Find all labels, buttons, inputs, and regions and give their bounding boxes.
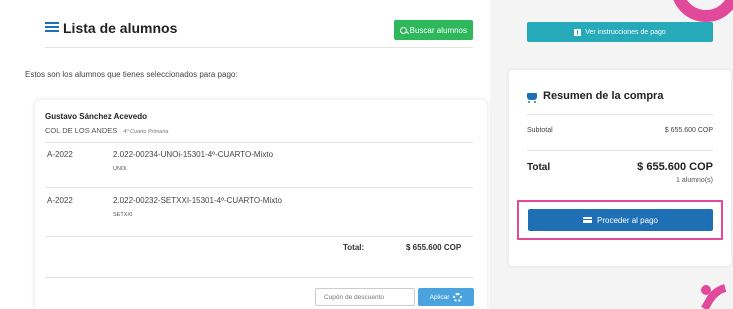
- item-code: 2.022-00234-UNOi-15301-4º-CUARTO-Mixto: [113, 150, 274, 159]
- search-students-button[interactable]: Buscar alumnos: [393, 20, 473, 40]
- search-icon: [399, 26, 407, 34]
- summary-title: Resumen de la compra: [527, 90, 664, 103]
- summary-total-label: Total: [527, 162, 551, 173]
- item-program: UNOi: [113, 166, 127, 172]
- item-program: SETXXI: [113, 212, 133, 218]
- list-icon: [45, 22, 59, 34]
- item-row: A-2022 2.022-00232-SETXXI-15301-4º-CUART…: [45, 188, 473, 228]
- view-payment-instructions-button[interactable]: Ver instrucciones de pago: [527, 22, 713, 42]
- list-header: Lista de alumnos Buscar alumnos: [45, 18, 473, 48]
- card-total-value: $ 655.600 COP: [406, 243, 462, 252]
- school-name: COL DE LOS ANDES: [45, 126, 118, 135]
- item-code: 2.022-00232-SETXXI-15301-4º-CUARTO-Mixto: [113, 196, 282, 205]
- subtotal-label: Subtotal: [527, 127, 553, 134]
- summary-total-value: $ 655.600 COP: [637, 161, 713, 173]
- apply-coupon-button[interactable]: Aplicar: [418, 288, 474, 306]
- item-year: A-2022: [47, 196, 73, 205]
- divider: [527, 150, 713, 151]
- apply-label: Aplicar: [429, 293, 450, 301]
- student-grade: 4º Cuarto Primaria: [123, 129, 169, 135]
- divider: [45, 236, 473, 237]
- summary-title-text: Resumen de la compra: [543, 90, 664, 102]
- intro-text: Estos son los alumnos que tienes selecci…: [25, 70, 238, 79]
- instructions-label: Ver instrucciones de pago: [585, 28, 666, 36]
- item-row: A-2022 2.022-00234-UNOi-15301-4º-CUARTO-…: [45, 142, 473, 182]
- pay-button-label: Proceder al pago: [597, 215, 658, 225]
- decorative-shape: [699, 272, 733, 309]
- info-icon: [574, 28, 582, 36]
- search-students-label: Buscar alumnos: [409, 25, 467, 35]
- cart-icon: [527, 92, 537, 103]
- student-school: COL DE LOS ANDES 4º Cuarto Primaria: [45, 126, 168, 135]
- student-list-panel: Lista de alumnos Buscar alumnos Estos so…: [0, 0, 490, 309]
- students-count: 1 alumno(s): [676, 177, 713, 184]
- gear-icon: [453, 292, 463, 302]
- divider: [45, 277, 473, 278]
- decorative-ring: [671, 0, 733, 22]
- student-name: Gustavo Sánchez Acevedo: [45, 112, 147, 121]
- credit-card-icon: [583, 217, 593, 223]
- subtotal-value: $ 655.600 COP: [664, 127, 713, 134]
- student-card: Gustavo Sánchez Acevedo COL DE LOS ANDES…: [35, 100, 487, 309]
- proceed-to-payment-button[interactable]: Proceder al pago: [528, 209, 713, 231]
- divider: [527, 114, 713, 115]
- item-year: A-2022: [47, 150, 73, 159]
- card-total-label: Total:: [343, 243, 365, 252]
- coupon-input[interactable]: [315, 288, 415, 306]
- list-title: Lista de alumnos: [63, 20, 178, 36]
